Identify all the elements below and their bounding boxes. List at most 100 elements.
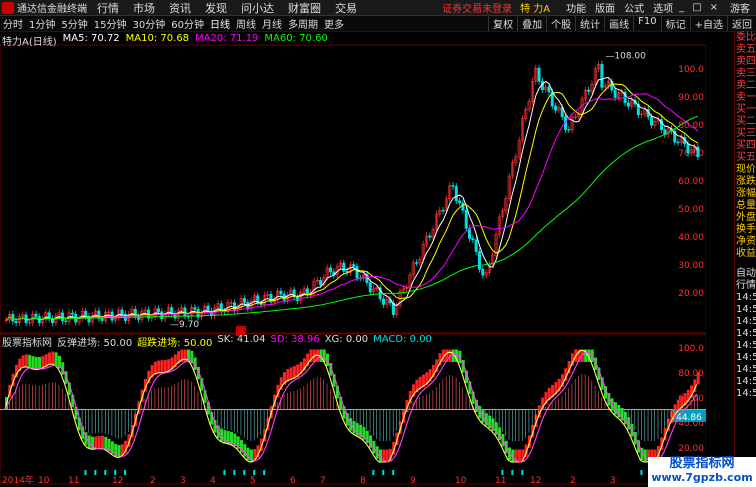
tab-period[interactable]: 1分钟 [26,16,58,31]
tool-button[interactable]: 返回 [727,16,756,31]
candle-body [471,238,475,241]
app-title: 通达信金融终端 [17,4,87,15]
tab-period[interactable]: 5分钟 [58,16,90,31]
candle-body [464,209,468,229]
tool-button[interactable]: 统计 [575,16,604,31]
ind-step-block [38,357,42,370]
ma20-line [5,93,699,321]
x-axis-label: 7 [320,476,326,486]
side-item: 14:56 [736,340,756,351]
ind-current-label: 44.86 [676,413,702,423]
tab-period[interactable]: 月线 [259,16,285,31]
tab-period-daily[interactable]: 日线 [207,16,233,31]
ind-step-block [94,436,98,450]
menu-formula[interactable]: 公式 [624,0,644,15]
menu-ask[interactable]: 问小达 [241,0,274,16]
x-axis-label: 2 [150,476,156,486]
tool-button[interactable]: 复权 [488,16,517,31]
ind-step-block [104,436,108,450]
price-tick-label: 90.00 [678,93,704,103]
candle-body [381,298,385,305]
ind-step-block [289,367,293,380]
ind-step-block [100,435,104,449]
tab-period[interactable]: 60分钟 [168,16,207,31]
tab-period[interactable]: 周线 [233,16,259,31]
minimize-icon[interactable]: _ [679,2,684,13]
ind-step-block [160,360,164,373]
price-tick-label: 100.0 [678,65,704,75]
macd-bar [372,470,375,475]
right-menu: 功能 版面 公式 选项 [566,0,673,15]
candle-body [474,239,478,252]
tab-period[interactable]: 30分钟 [129,16,168,31]
app-logo-icon [2,1,14,14]
ind-step-block [292,366,296,379]
candle-body [352,264,356,267]
indicator-legend: 股票指标网 反弹进场: 50.00 超跌进场: 50.00 SK: 41.04 … [0,334,432,349]
candle-body [14,320,18,324]
candle-body [206,305,210,312]
menu-layout[interactable]: 版面 [595,0,615,15]
macd-bar [94,470,97,475]
candle-body [64,320,68,322]
side-item: 换手 [736,224,756,235]
menu-market2[interactable]: 市场 [133,0,155,16]
close-icon[interactable]: × [710,2,718,13]
maximize-icon[interactable]: □ [692,2,701,13]
candle-body [458,200,462,204]
menu-discover[interactable]: 发现 [205,0,227,16]
side-item: 14:56 [736,292,756,303]
ind-step-block [28,354,32,368]
x-axis-label: 2 [570,476,576,486]
price-tick-label: 40.00 [678,233,704,243]
side-item: 净资 [736,236,756,247]
menu-news[interactable]: 资讯 [169,0,191,16]
menu-trade[interactable]: 交易 [335,0,357,16]
legend-ma20: MA20: 71.19 [195,33,259,44]
candle-body [70,312,74,315]
menu-options[interactable]: 选项 [653,0,673,15]
menu-wealth[interactable]: 财富圈 [288,0,321,16]
x-axis-label: 3 [180,476,186,486]
ind-a: 反弹进场: 50.00 [57,338,133,349]
macd-bar [263,470,266,475]
ind-step-block [230,431,234,445]
main-frame [0,44,706,334]
tab-period[interactable]: 分时 [0,16,26,31]
side-item: 买五 [736,152,756,163]
legend-ma60: MA60: 70.60 [264,33,328,44]
tool-button[interactable]: 标记 [660,16,690,31]
candle-body [613,89,617,98]
x-axis-label: 8 [360,476,366,486]
tab-period[interactable]: 多周期 [285,16,321,31]
ind-step-block [517,449,521,462]
side-item: 14:56 [736,388,756,399]
watermark-logo: 股票指标网 www.7gpzb.com [648,457,756,487]
side-item: 涨幅 [736,188,756,199]
x-axis-label: 11 [68,476,79,486]
x-axis-label: 9 [410,476,416,486]
tool-button[interactable]: 叠加 [517,16,546,31]
tool-button[interactable]: +自选 [689,16,727,31]
macd-bar [114,470,117,475]
candle-body [34,313,38,317]
tool-button[interactable]: F10 [633,16,660,31]
tab-more[interactable]: 更多 [321,16,347,31]
menu-market[interactable]: 行情 [97,0,119,16]
macd-bar [233,470,236,475]
ind-xg: XG: 0.00 [324,334,369,345]
tool-button[interactable]: 画线 [604,16,633,31]
side-item: 现价 [736,164,756,175]
ind-tick-label: 100.0 [678,344,704,354]
tool-button[interactable]: 个股 [546,16,575,31]
kline-chart[interactable]: 100.090.0080.0070.0060.0050.0040.0030.00… [0,32,706,487]
side-item: 卖四 [736,56,756,67]
side-item: 涨跌 [736,176,756,187]
x-axis-label: 11 [495,476,506,486]
legend-ma10: MA10: 70.68 [125,33,190,44]
tab-period[interactable]: 15分钟 [91,16,130,31]
guest-label[interactable]: 游客 [730,0,750,15]
login-warning[interactable]: 证券交易未登录 [442,0,512,15]
x-axis-label: 10 [455,476,467,486]
menu-function[interactable]: 功能 [566,0,586,15]
